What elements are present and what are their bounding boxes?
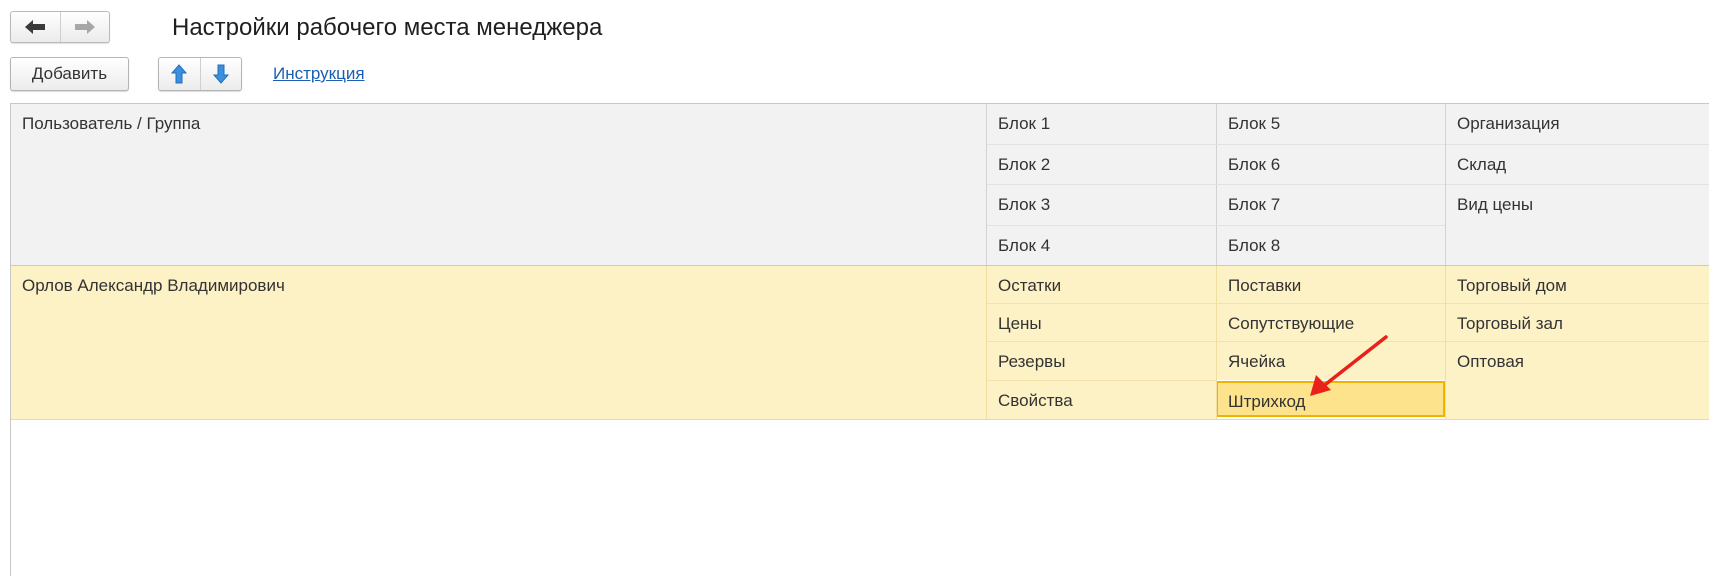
row-divider [986,266,987,419]
row-block-6[interactable]: Сопутствующие [1217,304,1445,341]
header-block-4[interactable]: Блок 4 [987,226,1216,265]
row-block-4[interactable]: Свойства [987,381,1216,419]
move-up-button[interactable] [159,58,200,90]
row-price-type[interactable]: Оптовая [1446,342,1709,419]
arrow-up-icon [171,64,188,84]
header-user-group[interactable]: Пользователь / Группа [11,104,986,265]
row-block-8-selected[interactable]: Штрихкод [1216,381,1445,417]
page-title: Настройки рабочего места менеджера [172,14,603,41]
arrow-right-icon [74,20,95,34]
move-down-button[interactable] [199,58,242,90]
history-nav [10,11,110,43]
settings-table: Пользователь / Группа Блок 1 Блок 2 Блок… [10,103,1709,576]
header-organization[interactable]: Организация [1446,104,1709,144]
row-divider [1216,266,1217,419]
row-divider [1446,341,1709,342]
header-block-2[interactable]: Блок 2 [987,145,1216,184]
header-divider [1446,184,1709,185]
row-bottom-border [11,419,1709,420]
row-organization[interactable]: Торговый дом [1446,266,1709,303]
header-divider [1446,144,1709,145]
add-button[interactable]: Добавить [10,57,129,91]
row-block-2[interactable]: Цены [987,304,1216,341]
row-divider [987,380,1216,381]
row-divider [1446,303,1709,304]
header-divider [987,225,1445,226]
row-divider [987,341,1445,342]
row-user-name[interactable]: Орлов Александр Владимирович [11,266,986,419]
header-divider [987,144,1445,145]
back-button[interactable] [11,12,60,42]
arrow-down-icon [212,64,229,84]
header-block-1[interactable]: Блок 1 [987,104,1216,144]
header-block-3[interactable]: Блок 3 [987,185,1216,225]
row-block-1[interactable]: Остатки [987,266,1216,303]
row-block-5[interactable]: Поставки [1217,266,1445,303]
row-warehouse[interactable]: Торговый зал [1446,304,1709,341]
row-divider [1445,266,1446,419]
header-price-type[interactable]: Вид цены [1446,185,1709,265]
instruction-link[interactable]: Инструкция [273,64,365,84]
move-buttons [158,57,242,91]
header-block-6[interactable]: Блок 6 [1217,145,1445,184]
row-block-7[interactable]: Ячейка [1217,342,1445,380]
arrow-left-icon [25,20,46,34]
header-warehouse[interactable]: Склад [1446,145,1709,184]
header-block-8[interactable]: Блок 8 [1217,226,1445,265]
forward-button[interactable] [59,12,110,42]
row-divider [987,303,1445,304]
header-block-5[interactable]: Блок 5 [1217,104,1445,144]
header-divider [987,184,1445,185]
header-block-7[interactable]: Блок 7 [1217,185,1445,225]
row-block-3[interactable]: Резервы [987,342,1216,380]
